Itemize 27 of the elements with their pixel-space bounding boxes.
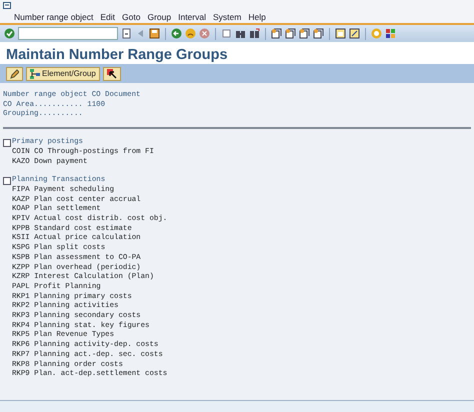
cancel-icon[interactable] [199, 28, 210, 39]
hierarchy-icon [30, 68, 40, 78]
element-group-button[interactable]: Element/Group [26, 66, 100, 80]
menu-item[interactable]: Goto [122, 11, 140, 24]
save-icon[interactable] [149, 28, 160, 39]
checkbox[interactable] [3, 138, 11, 147]
change-button[interactable] [6, 66, 23, 80]
checkbox[interactable] [3, 177, 11, 186]
window-icon[interactable] [335, 28, 346, 39]
dropdown-icon[interactable] [121, 28, 132, 39]
menu-item[interactable]: System [212, 11, 242, 24]
command-field[interactable] [18, 27, 118, 40]
back-icon[interactable] [171, 28, 182, 39]
menu-item[interactable]: Interval [178, 11, 206, 24]
menu-item[interactable]: Help [248, 11, 266, 24]
print-icon[interactable] [221, 28, 232, 39]
screen-title: Maintain Number Range Groups [0, 42, 474, 64]
system-menu-icon[interactable] [3, 2, 11, 9]
cursor-icon [106, 68, 117, 78]
window-icon[interactable] [349, 28, 360, 39]
layout-icon[interactable] [385, 28, 396, 39]
pencil-icon [10, 68, 19, 78]
enter-icon[interactable] [4, 28, 15, 39]
menu-item[interactable]: Number range object [14, 11, 94, 24]
menu-item[interactable]: Group [147, 11, 172, 24]
select-button[interactable] [102, 66, 121, 80]
menu-item[interactable]: Edit [100, 11, 116, 24]
